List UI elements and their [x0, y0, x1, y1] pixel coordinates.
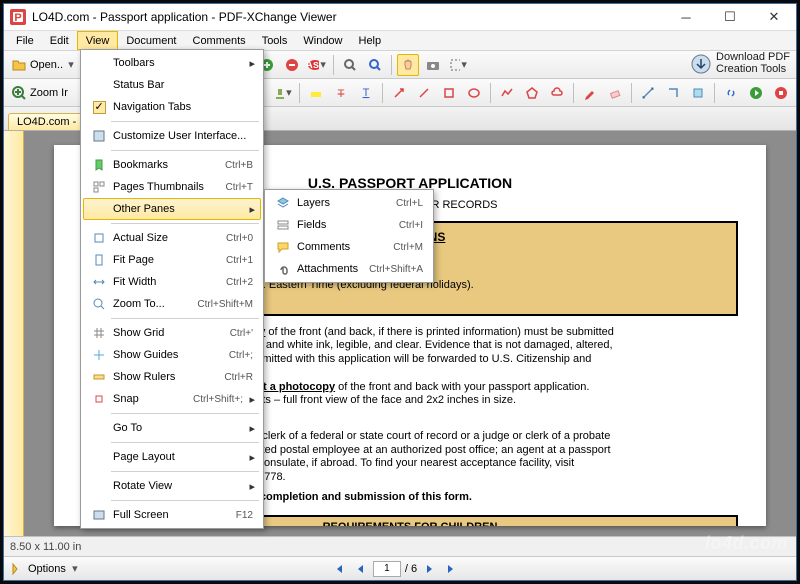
bottom-nav-bar: Options▾ / 6 [4, 556, 796, 580]
oval-tool-icon[interactable] [463, 82, 485, 104]
eraser-tool-icon[interactable] [604, 82, 626, 104]
other-panes-submenu: LayersCtrl+L FieldsCtrl+I CommentsCtrl+M… [264, 189, 434, 283]
prev-page-button[interactable] [351, 560, 369, 578]
polyline-tool-icon[interactable] [496, 82, 518, 104]
menu-edit[interactable]: Edit [42, 31, 77, 50]
maximize-button[interactable]: ☐ [708, 4, 752, 31]
menu-help[interactable]: Help [351, 31, 390, 50]
minimize-button[interactable]: ─ [664, 4, 708, 31]
menu-show-guides[interactable]: Show GuidesCtrl+; [83, 344, 261, 366]
menubar: File Edit View Document Comments Tools W… [4, 31, 796, 51]
measure-area-icon[interactable] [687, 82, 709, 104]
menu-window[interactable]: Window [295, 31, 350, 50]
menu-zoom-to[interactable]: Zoom To...Ctrl+Shift+M [83, 293, 261, 315]
ask-icon[interactable]: Ask▾ [306, 54, 328, 76]
next-page-button[interactable] [421, 560, 439, 578]
menu-fit-width[interactable]: Fit WidthCtrl+2 [83, 271, 261, 293]
snapshot-icon[interactable] [422, 54, 444, 76]
polygon-tool-icon[interactable] [521, 82, 543, 104]
submenu-attachments[interactable]: AttachmentsCtrl+Shift+A [267, 258, 431, 280]
menu-fit-page[interactable]: Fit PageCtrl+1 [83, 249, 261, 271]
stamp-tool-icon[interactable]: ▾ [272, 82, 294, 104]
cloud-tool-icon[interactable] [546, 82, 568, 104]
view-menu-dropdown: Toolbars▸ Status Bar Navigation Tabs Cus… [80, 49, 264, 529]
stop-red-icon[interactable] [770, 82, 792, 104]
window-title: LO4D.com - Passport application - PDF-XC… [32, 10, 664, 24]
titlebar: P LO4D.com - Passport application - PDF-… [4, 4, 796, 31]
status-bar: 8.50 x 11.00 in [4, 536, 796, 556]
svg-text:T: T [363, 87, 370, 99]
menu-go-to[interactable]: Go To▸ [83, 417, 261, 439]
left-pane-handle[interactable] [4, 131, 24, 536]
menu-tools[interactable]: Tools [254, 31, 296, 50]
download-pdf-tools[interactable]: Download PDF Creation Tools [690, 52, 790, 75]
page-dimensions: 8.50 x 11.00 in [10, 541, 81, 553]
menu-full-screen[interactable]: Full ScreenF12 [83, 504, 261, 526]
zoomin-button[interactable]: Zoom Ir [8, 85, 71, 101]
text-strike-icon[interactable]: T [330, 82, 352, 104]
link-tool-icon[interactable] [720, 82, 742, 104]
menu-customize-ui[interactable]: Customize User Interface... [83, 125, 261, 147]
menu-comments[interactable]: Comments [185, 31, 254, 50]
hand-tool-icon[interactable] [397, 54, 419, 76]
play-icon[interactable] [745, 82, 767, 104]
find-icon[interactable] [339, 54, 361, 76]
measure-dist-icon[interactable] [637, 82, 659, 104]
options-button[interactable]: Options▾ [10, 562, 80, 576]
menu-view[interactable]: View [77, 31, 119, 50]
page-navigator: / 6 [329, 560, 461, 578]
submenu-layers[interactable]: LayersCtrl+L [267, 192, 431, 214]
text-underline-icon[interactable]: T [355, 82, 377, 104]
text-yellow-icon[interactable] [305, 82, 327, 104]
menu-page-layout[interactable]: Page Layout▸ [83, 446, 261, 468]
submenu-comments[interactable]: CommentsCtrl+M [267, 236, 431, 258]
last-page-button[interactable] [443, 560, 461, 578]
svg-text:Ask: Ask [307, 59, 319, 71]
rect-tool-icon[interactable] [438, 82, 460, 104]
menu-snap[interactable]: SnapCtrl+Shift+;▸ [83, 388, 261, 410]
close-button[interactable]: ✕ [752, 4, 796, 31]
menu-show-rulers[interactable]: Show RulersCtrl+R [83, 366, 261, 388]
measure-perim-icon[interactable] [662, 82, 684, 104]
first-page-button[interactable] [329, 560, 347, 578]
pencil-tool-icon[interactable] [579, 82, 601, 104]
menu-bookmarks[interactable]: BookmarksCtrl+B [83, 154, 261, 176]
menu-statusbar[interactable]: Status Bar [83, 74, 261, 96]
line-tool-icon[interactable] [413, 82, 435, 104]
comment-remove-icon[interactable] [281, 54, 303, 76]
page-number-input[interactable] [373, 561, 401, 577]
download-pdf-label: Download PDF Creation Tools [716, 52, 790, 75]
menu-thumbnails[interactable]: Pages ThumbnailsCtrl+T [83, 176, 261, 198]
menu-show-grid[interactable]: Show GridCtrl+' [83, 322, 261, 344]
menu-file[interactable]: File [8, 31, 42, 50]
menu-rotate-view[interactable]: Rotate View▸ [83, 475, 261, 497]
menu-actual-size[interactable]: Actual SizeCtrl+0 [83, 227, 261, 249]
menu-other-panes[interactable]: Other Panes▸ [83, 198, 261, 220]
menu-toolbars[interactable]: Toolbars▸ [83, 52, 261, 74]
open-button[interactable]: Open..▾ [8, 57, 79, 73]
svg-text:P: P [14, 12, 21, 24]
app-icon: P [10, 9, 26, 25]
menu-document[interactable]: Document [118, 31, 184, 50]
svg-text:T: T [338, 88, 345, 100]
menu-navigation-tabs[interactable]: Navigation Tabs [83, 96, 261, 118]
search-icon[interactable] [364, 54, 386, 76]
arrow-tool-icon[interactable] [388, 82, 410, 104]
page-count: / 6 [405, 563, 417, 575]
select-tool-icon[interactable]: ▾ [447, 54, 469, 76]
submenu-fields[interactable]: FieldsCtrl+I [267, 214, 431, 236]
